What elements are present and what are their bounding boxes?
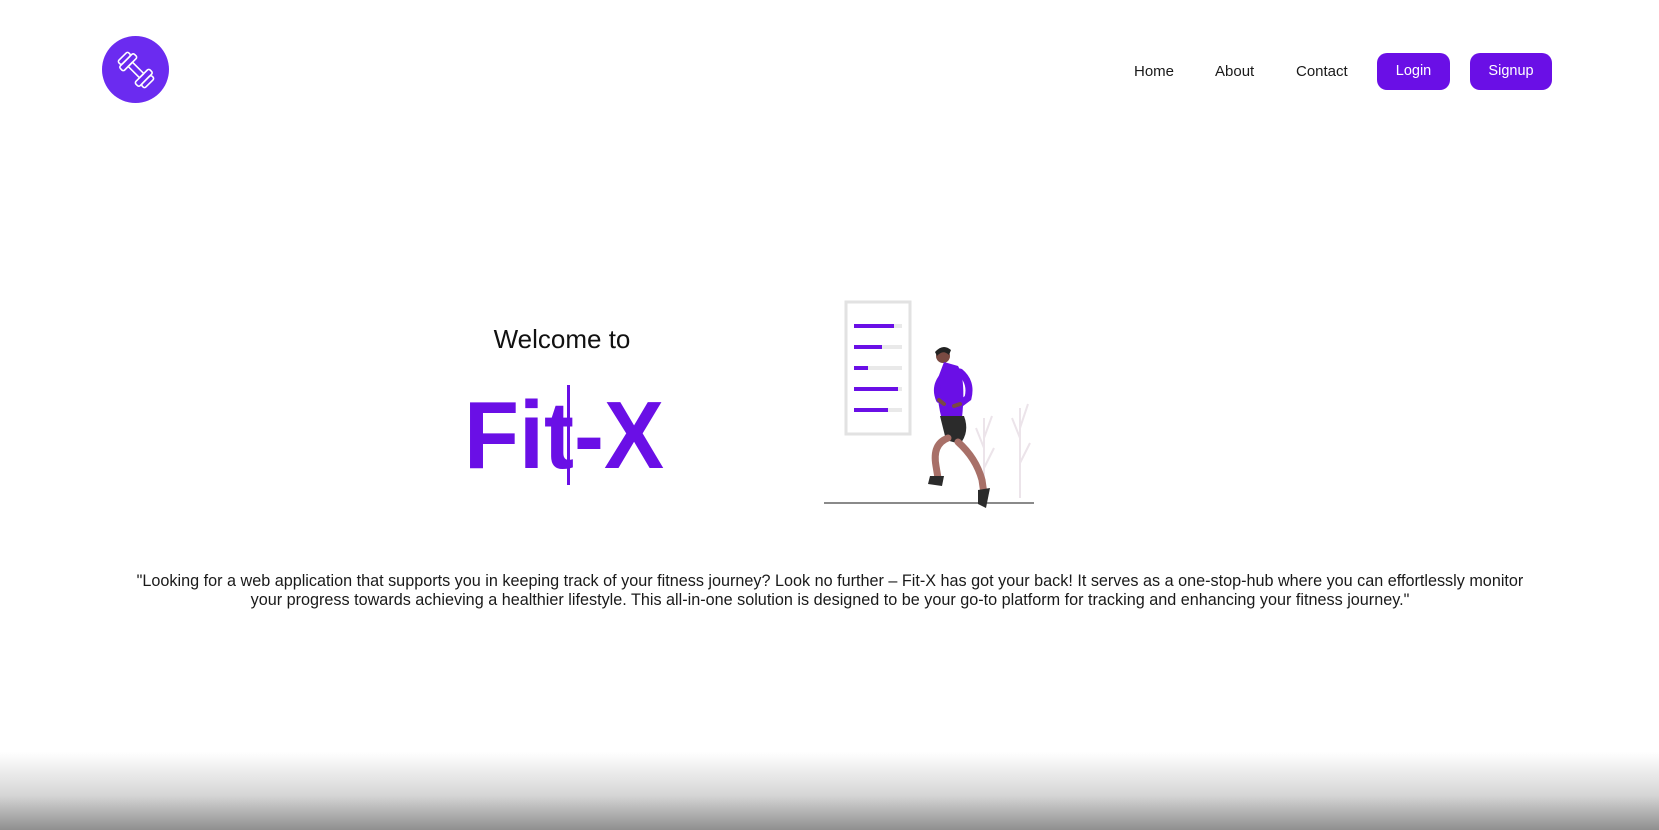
signup-button[interactable]: Signup	[1470, 53, 1552, 90]
fitx-wordmark: Fit-X	[464, 382, 664, 489]
tagline: "Looking for a web application that supp…	[136, 572, 1524, 610]
nav-contact-link[interactable]: Contact	[1296, 53, 1348, 90]
nav-about-link[interactable]: About	[1215, 53, 1254, 90]
dumbbell-icon	[117, 51, 154, 88]
welcome-heading: Welcome to	[493, 324, 631, 354]
footer-fade	[0, 752, 1659, 830]
nav-home-link[interactable]: Home	[1134, 53, 1174, 90]
wordmark-text: Fit-X	[464, 382, 664, 489]
login-button[interactable]: Login	[1377, 53, 1450, 90]
logo[interactable]	[102, 36, 169, 103]
runner-with-progress-board-icon	[824, 300, 1034, 508]
